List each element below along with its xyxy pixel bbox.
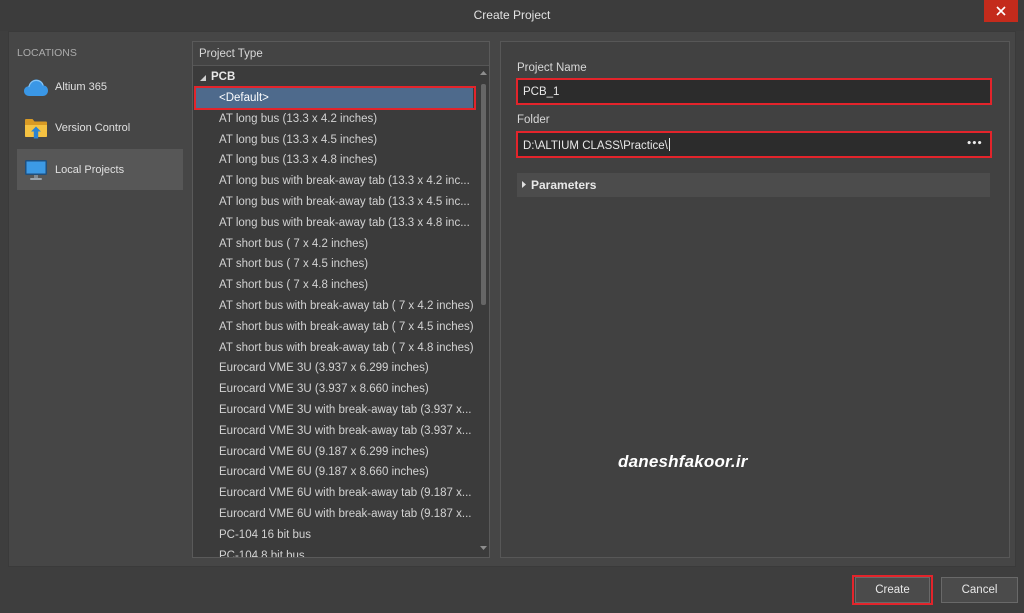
project-type-item[interactable]: Eurocard VME 3U with break-away tab (3.9… [196,400,473,421]
project-type-item[interactable]: AT short bus with break-away tab ( 7 x 4… [196,296,473,317]
project-type-panel: Project Type PCB <Default> AT long bus (1… [192,41,490,558]
cloud-icon [23,75,49,99]
scroll-down-arrow-icon[interactable] [480,546,487,550]
project-type-list[interactable]: PCB <Default> AT long bus (13.3 x 4.2 inc… [193,66,478,557]
location-item-label: Altium 365 [55,81,107,93]
project-type-item[interactable]: PC-104 16 bit bus [196,525,473,546]
project-name-label: Project Name [517,62,587,74]
scroll-up-arrow-icon[interactable] [480,71,487,75]
dialog-title: Create Project [473,8,551,22]
project-type-item[interactable]: AT long bus (13.3 x 4.5 inches) [196,130,473,151]
folder-value-wrap: D:\ALTIUM CLASS\Practice\ [523,138,670,153]
folder-value: D:\ALTIUM CLASS\Practice\ [523,140,668,152]
project-type-item[interactable]: AT long bus (13.3 x 4.2 inches) [196,109,473,130]
folder-label: Folder [517,114,550,126]
title-bar: Create Project [0,0,1024,31]
project-type-item[interactable]: AT short bus with break-away tab ( 7 x 4… [196,338,473,359]
project-type-item[interactable]: PC-104 8 bit bus [196,546,473,557]
location-item-local-projects[interactable]: Local Projects [17,149,183,190]
location-item-altium-365[interactable]: Altium 365 [17,66,183,107]
folder-input[interactable]: D:\ALTIUM CLASS\Practice\ ••• [518,133,990,156]
collapsed-triangle-icon[interactable] [522,181,526,188]
project-type-item[interactable]: Eurocard VME 3U (3.937 x 6.299 inches) [196,358,473,379]
text-caret [668,138,670,151]
create-project-dialog: Create Project LOCATIONS Altium 365 Vers… [0,0,1024,613]
project-type-item[interactable]: AT long bus with break-away tab (13.3 x … [196,192,473,213]
project-type-item[interactable]: Eurocard VME 3U with break-away tab (3.9… [196,421,473,442]
project-type-item-selected[interactable]: <Default> [196,88,473,109]
project-type-item[interactable]: AT short bus with break-away tab ( 7 x 4… [196,317,473,338]
project-type-item[interactable]: Eurocard VME 6U (9.187 x 8.660 inches) [196,462,473,483]
project-name-value: PCB_1 [523,86,560,98]
project-type-items: <Default> AT long bus (13.3 x 4.2 inches)… [196,88,473,557]
location-item-label: Local Projects [55,164,125,176]
parameters-label: Parameters [531,178,597,192]
project-details-panel: Project Name PCB_1 Folder D:\ALTIUM CLAS… [500,41,1010,558]
project-name-input[interactable]: PCB_1 [518,80,990,103]
tree-group-label: PCB [211,71,236,83]
project-type-header: Project Type [193,42,489,66]
monitor-icon [23,158,49,182]
project-type-item[interactable]: AT short bus ( 7 x 4.5 inches) [196,254,473,275]
project-type-item[interactable]: Eurocard VME 6U with break-away tab (9.1… [196,504,473,525]
project-type-item[interactable]: AT long bus (13.3 x 4.8 inches) [196,150,473,171]
locations-heading: LOCATIONS [17,47,77,59]
folder-upload-icon [23,116,49,140]
project-type-item[interactable]: AT long bus with break-away tab (13.3 x … [196,171,473,192]
project-type-item[interactable]: Eurocard VME 6U with break-away tab (9.1… [196,483,473,504]
expanded-triangle-icon[interactable] [200,75,206,81]
browse-folder-button[interactable]: ••• [966,137,982,151]
watermark-text: daneshfakoor.ir [618,452,748,471]
close-button[interactable] [984,0,1018,22]
close-icon [996,6,1006,16]
parameters-section-header[interactable]: Parameters [517,173,990,197]
create-button[interactable]: Create [855,577,930,603]
location-item-version-control[interactable]: Version Control [17,107,183,148]
scrollbar-thumb[interactable] [481,84,486,305]
vertical-scrollbar[interactable] [478,66,489,557]
project-type-item[interactable]: Eurocard VME 3U (3.937 x 8.660 inches) [196,379,473,400]
tree-group-pcb[interactable]: PCB [193,67,478,88]
project-type-item[interactable]: AT short bus ( 7 x 4.8 inches) [196,275,473,296]
project-type-item[interactable]: AT short bus ( 7 x 4.2 inches) [196,234,473,255]
location-item-label: Version Control [55,122,131,134]
project-type-item[interactable]: AT long bus with break-away tab (13.3 x … [196,213,473,234]
cancel-button[interactable]: Cancel [941,577,1018,603]
project-type-item[interactable]: Eurocard VME 6U (9.187 x 6.299 inches) [196,442,473,463]
project-type-header-label: Project Type [199,48,263,60]
